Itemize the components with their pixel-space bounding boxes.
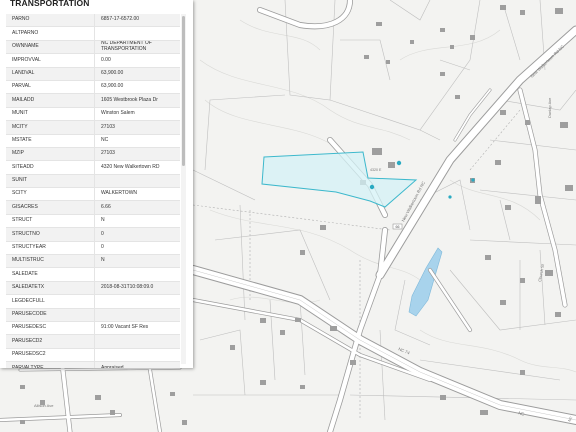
attribute-key: LEGDECFULL: [6, 294, 95, 309]
attribute-key: MZIP: [6, 147, 95, 162]
attribute-row: GISACRES 6.66: [6, 200, 180, 215]
attribute-key: MSTATE: [6, 134, 95, 148]
attribute-value: 63,900.00: [94, 67, 180, 81]
attribute-row: PARUSEDESC 91:00 Vacant SF Res: [6, 321, 180, 336]
attribute-key: IMPROVVAL: [6, 53, 95, 68]
attribute-key: SALEDATETX: [6, 281, 95, 296]
attribute-row: SUNIT: [6, 174, 180, 189]
attribute-row: PARVALTYPE Appraised: [6, 361, 180, 368]
attribute-key: PARVAL: [6, 80, 95, 95]
attribute-value: NC: [94, 134, 180, 148]
attribute-row: SITEADD 4320 New Walkertown RD: [6, 160, 180, 175]
attribute-value: 27103: [94, 147, 180, 162]
attribute-value: Appraised: [94, 361, 180, 368]
attribute-key: STRUCTNO: [6, 227, 95, 242]
attribute-key: GISACRES: [6, 200, 95, 215]
attribute-key: STRUCT: [6, 214, 95, 229]
attribute-value: [94, 267, 180, 282]
attribute-key: PARVALTYPE: [6, 361, 95, 368]
attribute-key: ALTPARNO: [6, 26, 95, 41]
attribute-row: PARUSECODE: [6, 308, 180, 322]
attribute-key: OWNNAME: [6, 40, 95, 55]
attribute-row: PARUSEDSC2: [6, 348, 180, 363]
attribute-value: 4320 New Walkertown RD: [94, 160, 180, 175]
attribute-value: Winston Salem: [94, 107, 180, 122]
scrollbar-thumb[interactable]: [182, 16, 185, 166]
attribute-row: STRUCTNO 0: [6, 227, 180, 242]
attribute-value: NC DEPARTMENT OF TRANSPORTATION: [94, 40, 180, 55]
attribute-row: IMPROVVAL 0.00: [6, 53, 180, 68]
attribute-panel: TRANSPORTATION PARNO 6857-17-6572.00 ALTPA…: [0, 0, 193, 368]
attribute-row: ALTPARNO: [6, 26, 180, 41]
attribute-row: MZIP 27103: [6, 147, 180, 162]
attribute-value: 63,900.00: [94, 80, 180, 95]
svg-text:66: 66: [396, 225, 400, 229]
attribute-row: SCITY WALKERTOWN: [6, 187, 180, 202]
attribute-key: MULTISTRUC: [6, 254, 95, 269]
parcel-number-label: 4320 E: [370, 168, 382, 172]
attribute-key: SUNIT: [6, 174, 95, 189]
attribute-row: LEGDECFULL: [6, 294, 180, 309]
attribute-key: SCITY: [6, 187, 95, 202]
attribute-value: [94, 174, 180, 189]
attribute-value: WALKERTOWN: [94, 187, 180, 202]
attribute-row: PARVAL 63,900.00: [6, 80, 180, 95]
road-label-dunlap: Dunlap Ave: [547, 97, 552, 118]
attribute-row: MAILADD 1605 Westbrook Plaza Dr: [6, 93, 180, 108]
attribute-row: MUNIT Winston Salem: [6, 107, 180, 122]
attribute-row: SALEDATE: [6, 267, 180, 282]
attribute-value: N: [94, 254, 180, 269]
attribute-key: PARUSEDSC2: [6, 348, 95, 363]
attribute-key: SITEADD: [6, 160, 95, 175]
attribute-row: SALEDATETX 2018-08-31T10:08:09.0: [6, 281, 180, 296]
attribute-value: N: [94, 214, 180, 229]
attribute-value: [94, 308, 180, 322]
attribute-value: [94, 348, 180, 363]
panel-title: TRANSPORTATION: [10, 0, 90, 8]
attribute-value: [94, 26, 180, 41]
attribute-row: PARUSECD2: [6, 334, 180, 349]
attribute-key: SALEDATE: [6, 267, 95, 282]
attribute-value: 2018-08-31T10:08:09.0: [94, 281, 180, 296]
attribute-row: PARNO 6857-17-6572.00: [6, 14, 180, 28]
attribute-key: PARUSECD2: [6, 334, 95, 349]
attribute-key: MUNIT: [6, 107, 95, 122]
highway-shield-icon: 66: [392, 223, 403, 230]
attribute-value: 0.00: [94, 53, 180, 68]
attribute-value: 1605 Westbrook Plaza Dr: [94, 93, 180, 108]
attribute-value: 91:00 Vacant SF Res: [94, 321, 180, 336]
attribute-value: 0: [94, 227, 180, 242]
attribute-value: [94, 334, 180, 349]
attribute-key: MCITY: [6, 120, 95, 135]
attribute-table: PARNO 6857-17-6572.00 ALTPARNO OWNNAME NC DE…: [6, 14, 180, 368]
attribute-value: 6.66: [94, 200, 180, 215]
attribute-value: 6857-17-6572.00: [94, 14, 180, 28]
attribute-value: 27103: [94, 120, 180, 135]
attribute-row: MULTISTRUC N: [6, 254, 180, 269]
attribute-key: STRUCTYEAR: [6, 241, 95, 256]
road-label-allison: Allison Ave: [34, 403, 54, 408]
attribute-key: MAILADD: [6, 93, 95, 108]
attribute-value: [94, 294, 180, 309]
attribute-value: 0: [94, 241, 180, 256]
attribute-row: LANDVAL 63,900.00: [6, 67, 180, 81]
attribute-row: OWNNAME NC DEPARTMENT OF TRANSPORTATION: [6, 40, 180, 55]
attribute-row: STRUCT N: [6, 214, 180, 229]
attribute-row: STRUCTYEAR 0: [6, 241, 180, 256]
attribute-key: PARUSEDESC: [6, 321, 95, 336]
attribute-row: MSTATE NC: [6, 134, 180, 148]
attribute-row: MCITY 27103: [6, 120, 180, 135]
attribute-key: PARNO: [6, 14, 95, 28]
attribute-key: LANDVAL: [6, 67, 95, 81]
attribute-key: PARUSECODE: [6, 308, 95, 322]
